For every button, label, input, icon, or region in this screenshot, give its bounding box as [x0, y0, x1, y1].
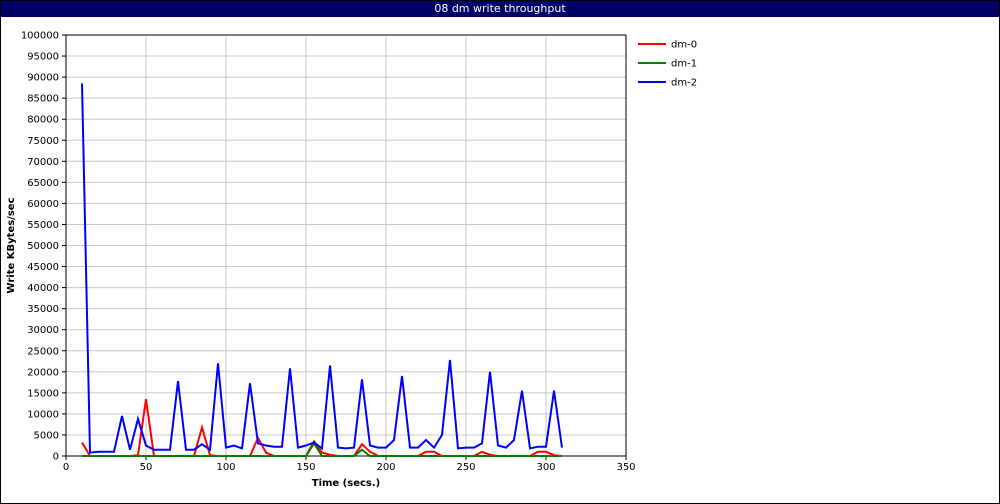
- y-tick-label: 55000: [27, 220, 59, 231]
- x-tick-label: 300: [536, 462, 555, 473]
- series-lines: [81, 83, 563, 457]
- x-tick-label: 250: [456, 462, 475, 473]
- y-tick-label: 0: [53, 452, 59, 463]
- y-tick-label: 35000: [27, 304, 59, 315]
- legend-label-dm-2: dm-2: [671, 78, 697, 89]
- y-tick-label: 85000: [27, 94, 59, 105]
- y-axis-label: Write KBytes/sec: [6, 197, 17, 293]
- y-tick-label: 45000: [27, 262, 59, 273]
- y-tick-label: 65000: [27, 178, 59, 189]
- grid-lines: [66, 35, 626, 456]
- y-tick-label: 60000: [27, 199, 59, 210]
- y-tick-label: 30000: [27, 325, 59, 336]
- x-tick-label: 150: [296, 462, 315, 473]
- y-tick-label: 10000: [27, 409, 59, 420]
- chart-canvas: 0 5000 10000 15000 20000 25000 30000 35000 40000…: [6, 31, 697, 490]
- x-tick-label: 200: [376, 462, 395, 473]
- y-tick-label: 80000: [27, 115, 59, 126]
- y-tick-label: 40000: [27, 283, 59, 294]
- legend-label-dm-0: dm-0: [671, 40, 697, 51]
- legend: dm-0 dm-1 dm-2: [638, 40, 697, 89]
- y-tick-label: 75000: [27, 136, 59, 147]
- y-tick-label: 5000: [34, 430, 59, 441]
- y-tick-label: 100000: [21, 31, 59, 42]
- x-tick-label: 350: [616, 462, 635, 473]
- x-tick-label: 0: [63, 462, 69, 473]
- y-tick-label: 15000: [27, 388, 59, 399]
- y-tick-label: 70000: [27, 157, 59, 168]
- x-axis-label: Time (secs.): [312, 478, 381, 489]
- y-tick-label: 90000: [27, 73, 59, 84]
- axis-ticks: 0 5000 10000 15000 20000 25000 30000 35000 40000…: [21, 31, 636, 474]
- y-tick-label: 50000: [27, 241, 59, 252]
- legend-label-dm-1: dm-1: [671, 59, 697, 70]
- series-line-dm-2: [81, 83, 563, 454]
- y-tick-label: 20000: [27, 367, 59, 378]
- y-tick-label: 95000: [27, 52, 59, 63]
- x-tick-label: 50: [140, 462, 153, 473]
- y-tick-label: 25000: [27, 346, 59, 357]
- x-tick-label: 100: [216, 462, 235, 473]
